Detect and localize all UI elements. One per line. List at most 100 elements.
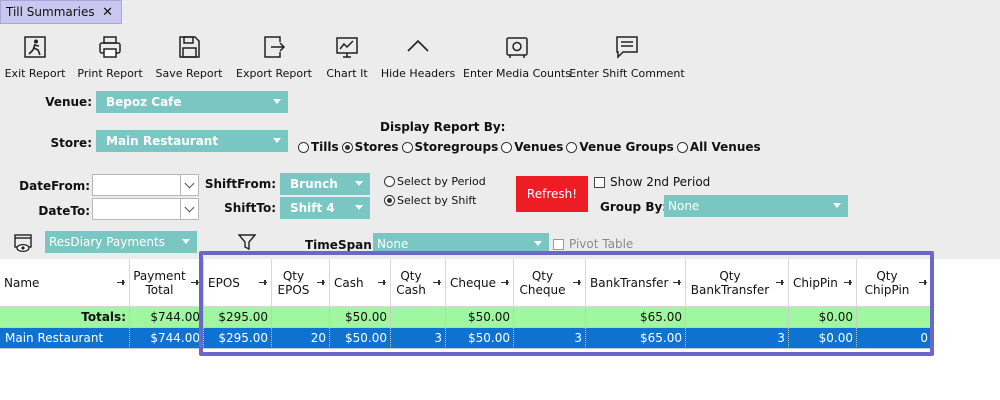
- pin-icon[interactable]: [776, 280, 784, 285]
- radio-label: All Venues: [689, 140, 761, 154]
- table-cell[interactable]: 0: [857, 328, 932, 349]
- filter-icon[interactable]: [238, 233, 256, 251]
- radio-label: Venues: [514, 140, 564, 154]
- column-header-line2: Cheque: [519, 282, 566, 297]
- pin-icon[interactable]: [378, 280, 386, 285]
- pin-icon[interactable]: [259, 280, 267, 285]
- pin-icon[interactable]: [573, 280, 581, 285]
- pin-icon[interactable]: [501, 280, 509, 285]
- column-header-qty-cash[interactable]: Qty Cash: [391, 259, 446, 307]
- group-by-label: Group By:: [600, 200, 668, 214]
- dropdown-arrow-icon: [833, 203, 841, 208]
- pivot-table-checkbox[interactable]: Pivot Table: [553, 237, 633, 251]
- display-by-radio-tills[interactable]: Tills: [298, 140, 339, 154]
- table-row[interactable]: Main Restaurant $744.00 $295.00 20 $50.00 3 $5…: [0, 328, 932, 349]
- table-cell[interactable]: [391, 307, 446, 328]
- table-cell[interactable]: $744.00: [130, 307, 204, 328]
- export-icon: [264, 36, 286, 58]
- display-by-radio-stores[interactable]: Stores: [341, 140, 399, 154]
- pin-icon[interactable]: [433, 280, 441, 285]
- pin-icon[interactable]: [117, 280, 125, 285]
- display-by-radio-venues[interactable]: Venues: [501, 140, 563, 154]
- export-report-button[interactable]: Export Report: [236, 30, 312, 80]
- hide-headers-button[interactable]: Hide Headers: [380, 30, 456, 80]
- shift-from-select[interactable]: Brunch: [280, 173, 370, 195]
- pin-icon[interactable]: [673, 280, 681, 285]
- shift-to-value: Shift 4: [290, 201, 335, 215]
- column-header-cheque[interactable]: Cheque: [446, 259, 514, 307]
- table-cell[interactable]: [272, 307, 330, 328]
- table-cell[interactable]: 20: [272, 328, 330, 349]
- table-cell[interactable]: $65.00: [586, 328, 686, 349]
- chevron-down-icon[interactable]: [180, 175, 198, 195]
- toolbar-label: Print Report: [77, 67, 143, 80]
- table-cell[interactable]: $0.00: [789, 307, 857, 328]
- column-header-qty-cheque[interactable]: Qty Cheque: [514, 259, 586, 307]
- toolbar-label: Hide Headers: [380, 67, 456, 80]
- refresh-button[interactable]: Refresh!: [516, 176, 588, 212]
- save-report-button[interactable]: Save Report: [156, 30, 222, 80]
- table-cell[interactable]: $50.00: [330, 307, 391, 328]
- table-cell[interactable]: Main Restaurant: [0, 328, 130, 349]
- display-by-radio-all-venues[interactable]: All Venues: [676, 140, 761, 154]
- column-header-cash[interactable]: Cash: [330, 259, 391, 307]
- pin-icon[interactable]: [317, 280, 325, 285]
- report-type-select[interactable]: ResDiary Payments: [45, 231, 197, 253]
- show-2nd-period-checkbox[interactable]: Show 2nd Period: [594, 175, 710, 189]
- table-cell[interactable]: $50.00: [330, 328, 391, 349]
- table-cell[interactable]: $0.00: [789, 328, 857, 349]
- safe-icon: [506, 37, 528, 58]
- column-header-epos[interactable]: EPOS: [204, 259, 272, 307]
- close-icon[interactable]: ✕: [102, 5, 113, 20]
- timespan-label: TimeSpan:: [305, 238, 377, 252]
- column-header-name[interactable]: Name: [0, 259, 130, 307]
- store-select[interactable]: Main Restaurant: [96, 130, 288, 152]
- select-by-shift-radio[interactable]: Select by Shift: [384, 194, 476, 207]
- print-report-button[interactable]: Print Report: [77, 30, 143, 80]
- table-cell[interactable]: 3: [514, 328, 586, 349]
- column-header-qty-epos[interactable]: Qty EPOS: [272, 259, 330, 307]
- radio-label: Venue Groups: [579, 140, 674, 154]
- date-from-input[interactable]: [92, 174, 199, 196]
- column-header-payment-total[interactable]: Payment Total: [130, 259, 204, 307]
- radio-circle: [566, 141, 578, 153]
- enter-shift-comment-button[interactable]: Enter Shift Comment: [569, 30, 685, 80]
- timespan-select[interactable]: None: [373, 233, 549, 255]
- chevron-down-icon[interactable]: [180, 199, 198, 219]
- radio-circle: [501, 141, 513, 153]
- display-by-radio-storegroups[interactable]: Storegroups: [401, 140, 498, 154]
- table-cell[interactable]: $744.00: [130, 328, 204, 349]
- select-by-period-radio[interactable]: Select by Period: [384, 175, 486, 188]
- venue-select[interactable]: Bepoz Cafe: [96, 91, 288, 113]
- tab-till-summaries[interactable]: Till Summaries ✕: [0, 0, 122, 24]
- enter-media-counts-button[interactable]: Enter Media Counts: [463, 30, 571, 80]
- date-to-input[interactable]: [92, 198, 199, 220]
- table-cell[interactable]: $50.00: [446, 307, 514, 328]
- table-cell[interactable]: $50.00: [446, 328, 514, 349]
- exit-report-button[interactable]: Exit Report: [5, 30, 65, 80]
- column-header-qty-banktransfer[interactable]: Qty BankTransfer: [686, 259, 789, 307]
- pin-icon[interactable]: [191, 280, 199, 285]
- table-cell[interactable]: $65.00: [586, 307, 686, 328]
- table-cell[interactable]: $295.00: [204, 328, 272, 349]
- table-cell[interactable]: 3: [686, 328, 789, 349]
- column-header-line2: ChipPin: [793, 275, 838, 290]
- shift-to-select[interactable]: Shift 4: [280, 197, 370, 219]
- column-header-chippin[interactable]: ChipPin: [789, 259, 857, 307]
- pin-icon[interactable]: [919, 280, 927, 285]
- column-header-qty-chippin[interactable]: Qty ChipPin: [857, 259, 932, 307]
- dropdown-arrow-icon: [273, 99, 281, 104]
- table-cell[interactable]: [857, 307, 932, 328]
- table-cell[interactable]: [686, 307, 789, 328]
- display-by-radio-venue-groups[interactable]: Venue Groups: [566, 140, 674, 154]
- group-by-select[interactable]: None: [664, 195, 848, 217]
- table-cell[interactable]: [514, 307, 586, 328]
- preview-icon[interactable]: [13, 233, 35, 253]
- column-header-banktransfer[interactable]: BankTransfer: [586, 259, 686, 307]
- table-cell[interactable]: $295.00: [204, 307, 272, 328]
- table-cell[interactable]: Totals:: [0, 307, 130, 328]
- totals-row[interactable]: Totals: $744.00 $295.00 $50.00 $50.00 $65.00 $…: [0, 307, 932, 328]
- table-cell[interactable]: 3: [391, 328, 446, 349]
- pin-icon[interactable]: [844, 280, 852, 285]
- chart-it-button[interactable]: Chart It: [326, 30, 368, 80]
